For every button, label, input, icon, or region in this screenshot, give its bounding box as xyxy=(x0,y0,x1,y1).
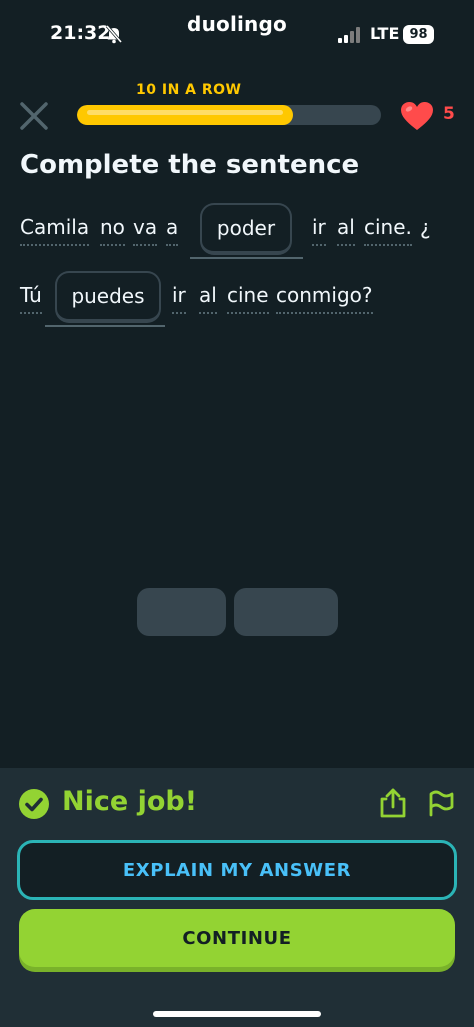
hint-word[interactable]: no xyxy=(100,215,125,246)
hint-word[interactable]: al xyxy=(337,215,355,246)
hint-word[interactable]: ir xyxy=(312,215,326,246)
close-icon[interactable] xyxy=(18,100,50,132)
explain-answer-button[interactable]: EXPLAIN MY ANSWER xyxy=(17,840,457,900)
network-label: LTE xyxy=(370,24,400,43)
feedback-message: Nice job! xyxy=(62,786,198,817)
signal-icon xyxy=(338,27,362,43)
status-bar: 21:32 duolingo LTE 98 xyxy=(0,0,474,60)
hint-word[interactable]: a xyxy=(166,215,179,246)
hint-word[interactable]: va xyxy=(133,215,158,246)
heart-icon xyxy=(401,102,433,130)
hint-word[interactable]: cine. xyxy=(364,215,412,246)
hint-word[interactable]: cine xyxy=(227,283,269,314)
hint-word[interactable]: conmigo? xyxy=(276,283,373,314)
hint-word[interactable]: Camila xyxy=(20,215,90,246)
progress-shine xyxy=(87,110,283,115)
exercise-title: Complete the sentence xyxy=(20,150,360,180)
check-circle-icon xyxy=(19,789,49,819)
answer-chip[interactable]: puedes xyxy=(55,271,161,323)
streak-label: 10 IN A ROW xyxy=(136,82,242,98)
progress-fill xyxy=(77,105,293,125)
sentence-word: ¿ xyxy=(420,215,431,239)
answer-blank: poder xyxy=(190,203,303,259)
flag-icon[interactable] xyxy=(426,787,456,819)
word-bank-slot xyxy=(234,588,338,636)
continue-button[interactable]: CONTINUE xyxy=(19,909,455,967)
hint-word[interactable]: ir xyxy=(172,283,186,314)
share-icon[interactable] xyxy=(378,787,408,819)
hint-word[interactable]: Tú xyxy=(20,283,42,314)
home-indicator[interactable] xyxy=(153,1011,321,1017)
answer-blank: puedes xyxy=(45,271,165,327)
battery-indicator: 98 xyxy=(403,25,434,44)
word-bank-slot xyxy=(137,588,226,636)
lesson-progress-bar xyxy=(77,105,381,125)
answer-chip[interactable]: poder xyxy=(200,203,292,255)
hearts-count: 5 xyxy=(443,104,455,124)
hint-word[interactable]: al xyxy=(199,283,217,314)
